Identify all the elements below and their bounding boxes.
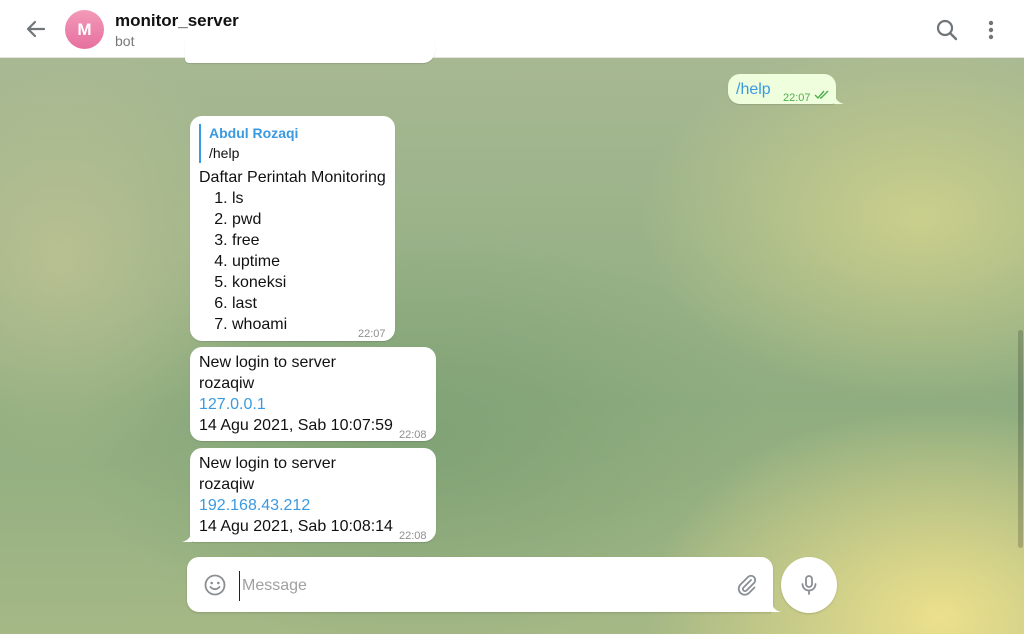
more-vertical-icon [988, 20, 994, 40]
ip-link[interactable]: 127.0.0.1 [199, 394, 428, 415]
list-item: pwd [232, 209, 387, 230]
outgoing-bubble-tail [834, 92, 844, 104]
incoming-bubble-tail [182, 530, 192, 542]
login-message-bubble: New login to server rozaqiw 127.0.0.1 14… [190, 347, 436, 441]
attach-button[interactable] [735, 573, 759, 597]
chat-status: bot [115, 33, 135, 49]
message-composer [187, 557, 773, 612]
message-text: New login to server [199, 455, 336, 472]
command-list: ls pwd free uptime koneksi last whoami [199, 188, 387, 335]
composer-tail [771, 600, 781, 612]
search-icon [936, 19, 958, 41]
login-date: 14 Agu 2021, Sab 10:07:59 [199, 417, 393, 434]
list-item: last [232, 293, 387, 314]
paperclip-icon [737, 574, 757, 596]
reply-text: /help [209, 145, 240, 161]
message-text: /help [736, 81, 771, 98]
reply-quote[interactable]: Abdul Rozaqi /help [199, 124, 387, 163]
login-message-bubble: New login to server rozaqiw 192.168.43.2… [190, 448, 436, 542]
message-time: 22:07 [783, 92, 811, 104]
message-time: 22:08 [399, 429, 427, 441]
microphone-icon [801, 575, 817, 595]
list-item: free [232, 230, 387, 251]
double-check-icon [814, 90, 829, 100]
chat-header: M monitor_server bot [0, 0, 1024, 58]
more-menu-button[interactable] [980, 17, 1002, 43]
chat-background [0, 58, 1024, 634]
login-date: 14 Agu 2021, Sab 10:08:14 [199, 518, 393, 535]
voice-record-button[interactable] [781, 557, 837, 613]
chat-title[interactable]: monitor_server [115, 11, 239, 31]
arrow-left-icon [26, 20, 46, 38]
avatar[interactable]: M [65, 10, 104, 49]
login-user: rozaqiw [199, 476, 255, 493]
smile-icon [204, 574, 226, 596]
ip-link[interactable]: 192.168.43.212 [199, 495, 428, 516]
list-item: ls [232, 188, 387, 209]
emoji-button[interactable] [203, 573, 227, 597]
search-button[interactable] [934, 17, 960, 43]
help-heading: Daftar Perintah Monitoring [199, 169, 386, 186]
bot-reply-bubble: Abdul Rozaqi /help Daftar Perintah Monit… [190, 116, 395, 341]
message-time: 22:07 [358, 328, 386, 340]
scrollbar[interactable] [1018, 330, 1023, 548]
previous-message-bubble [185, 30, 435, 63]
back-button[interactable] [22, 15, 50, 43]
login-user: rozaqiw [199, 375, 255, 392]
message-text: New login to server [199, 354, 336, 371]
reply-author: Abdul Rozaqi [209, 125, 299, 141]
outgoing-message-bubble: /help 22:07 [728, 74, 836, 104]
list-item: uptime [232, 251, 387, 272]
list-item: koneksi [232, 272, 387, 293]
message-time: 22:08 [399, 530, 427, 542]
message-input[interactable] [239, 571, 724, 601]
